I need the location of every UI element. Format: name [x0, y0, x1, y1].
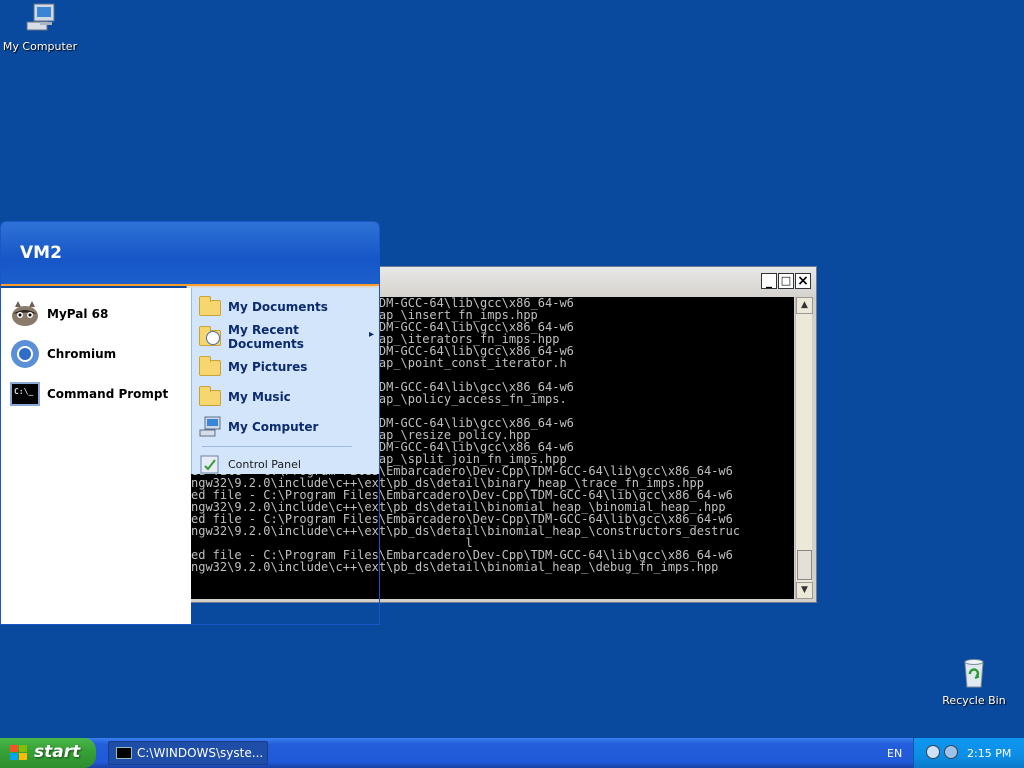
- place-label: My Music: [228, 390, 291, 404]
- start-item-label: Chromium: [47, 347, 117, 361]
- start-item-chromium[interactable]: Chromium: [9, 336, 116, 372]
- folder-pictures-icon: [198, 355, 222, 379]
- my-computer-label: My Computer: [2, 40, 78, 53]
- my-computer-icon: [23, 2, 57, 36]
- scroll-thumb[interactable]: [797, 550, 812, 580]
- start-menu-programs: MyPal 68 Chromium C:\_ Command Prompt: [1, 288, 191, 624]
- desktop-icon-recycle-bin[interactable]: Recycle Bin: [934, 656, 1014, 707]
- clock[interactable]: 2:15 PM: [967, 747, 1011, 760]
- submenu-arrow-icon: ▸: [368, 329, 374, 340]
- vertical-scrollbar[interactable]: ▲ ▼: [795, 297, 813, 599]
- task-label: C:\WINDOWS\syste...: [137, 746, 264, 760]
- place-my-documents[interactable]: My Documents: [198, 293, 328, 321]
- start-menu-places: My Documents My Recent Documents ▸ My Pi…: [191, 288, 379, 474]
- folder-music-icon: [198, 385, 222, 409]
- start-item-label: MyPal 68: [47, 307, 109, 321]
- scroll-down-arrow-icon[interactable]: ▼: [796, 582, 813, 599]
- system-tray: 2:15 PM: [913, 738, 1024, 768]
- windows-logo-icon: [10, 745, 28, 761]
- recent-documents-icon: [198, 325, 222, 349]
- recycle-bin-label: Recycle Bin: [942, 694, 1006, 707]
- chromium-icon: [9, 338, 41, 370]
- control-panel-icon: [198, 452, 222, 476]
- maximize-button[interactable]: □: [778, 273, 794, 289]
- start-menu: VM2 MyPal 68 Chromium C:\_ Command Promp…: [0, 221, 380, 625]
- cmd-small-icon: [116, 747, 132, 759]
- taskbar-item-command-prompt[interactable]: C:\WINDOWS\syste...: [108, 741, 268, 765]
- place-control-panel[interactable]: Control Panel: [198, 450, 301, 478]
- place-my-recent-documents[interactable]: My Recent Documents ▸: [198, 323, 374, 351]
- start-item-command-prompt[interactable]: C:\_ Command Prompt: [9, 376, 168, 412]
- start-menu-user: VM2: [1, 222, 379, 286]
- language-indicator[interactable]: EN: [887, 747, 902, 760]
- network-icon[interactable]: [926, 745, 940, 759]
- place-label: Control Panel: [228, 457, 301, 471]
- place-label: My Recent Documents: [228, 323, 304, 351]
- place-my-computer[interactable]: My Computer: [198, 413, 318, 441]
- start-button[interactable]: start: [0, 738, 96, 768]
- my-computer-small-icon: [198, 415, 222, 439]
- start-item-mypal[interactable]: MyPal 68: [9, 296, 108, 332]
- recycle-bin-icon: [957, 656, 991, 690]
- close-button[interactable]: ×: [795, 273, 811, 289]
- place-label: My Computer: [228, 420, 319, 434]
- desktop-icon-my-computer[interactable]: My Computer: [0, 2, 80, 53]
- minimize-button[interactable]: _: [761, 273, 777, 289]
- folder-documents-icon: [198, 295, 222, 319]
- place-label: My Pictures: [228, 360, 308, 374]
- scroll-up-arrow-icon[interactable]: ▲: [796, 297, 813, 314]
- place-label: My Documents: [228, 300, 328, 314]
- start-item-label: Command Prompt: [47, 387, 169, 401]
- volume-icon[interactable]: [944, 745, 958, 759]
- place-my-pictures[interactable]: My Pictures: [198, 353, 307, 381]
- place-my-music[interactable]: My Music: [198, 383, 291, 411]
- menu-separator: [202, 446, 352, 447]
- mypal-icon: [9, 298, 41, 330]
- taskbar: start C:\WINDOWS\syste... EN 2:15 PM: [0, 738, 1024, 768]
- cmd-icon: C:\_: [9, 378, 41, 410]
- start-label: start: [34, 742, 81, 762]
